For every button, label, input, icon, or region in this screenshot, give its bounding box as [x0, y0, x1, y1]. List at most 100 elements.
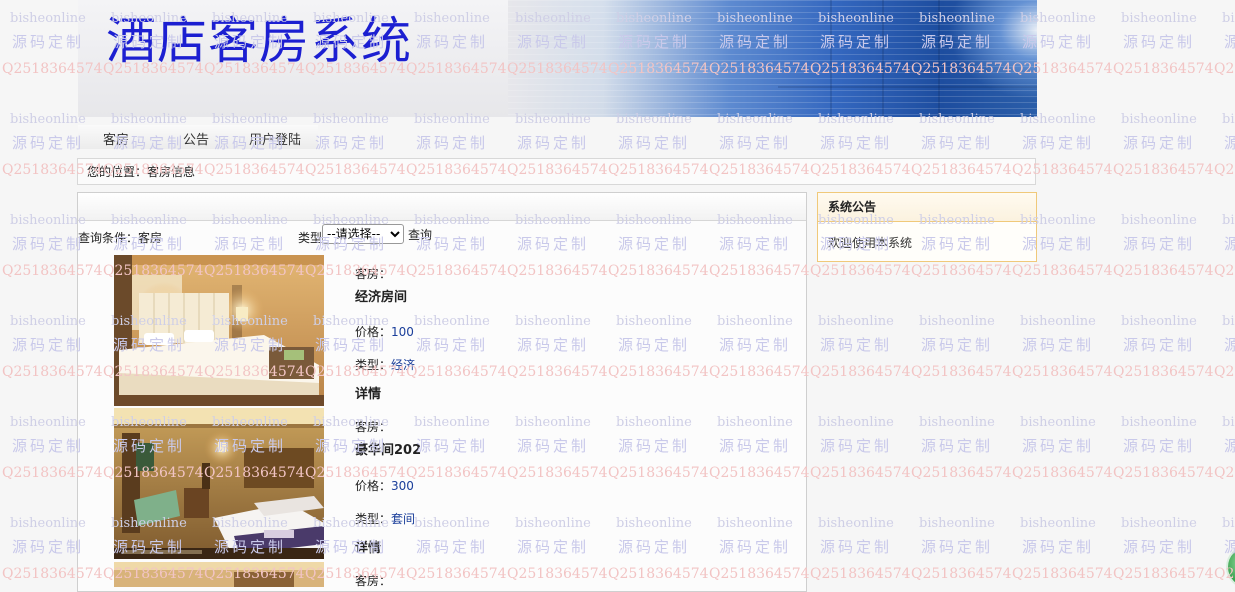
watermark-text-custom: 源码定制 — [315, 134, 387, 152]
watermark-text-custom: 源码定制 — [618, 134, 690, 152]
room-price-label: 价格： — [355, 325, 392, 339]
room-type-label: 类型： — [355, 358, 392, 372]
type-filter-select[interactable]: --请选择-- — [322, 224, 404, 244]
watermark-text-site: bisheonline — [1222, 516, 1235, 531]
room-price-label: 价格： — [355, 479, 392, 493]
room-name: 经济房间 — [355, 290, 408, 305]
watermark-text-custom: 源码定制 — [1123, 134, 1195, 152]
room-item: 客房： — [114, 562, 794, 587]
room-type: 类型：经济 — [355, 356, 415, 373]
watermark-text-qq: Q2518364574 — [911, 364, 1012, 380]
watermark-text-site: bisheonline — [10, 415, 86, 430]
watermark-text-site: bisheonline — [1020, 516, 1096, 531]
watermark-text-qq: Q2518364574 — [911, 566, 1012, 582]
watermark-text-qq: Q2518364574 — [1113, 61, 1214, 77]
watermark-text-site: bisheonline — [10, 11, 86, 26]
watermark-text-qq: Q2518364574 — [1113, 364, 1214, 380]
watermark-text-custom: 源码定制 — [921, 437, 993, 455]
watermark-text-custom: 源码定制 — [719, 134, 791, 152]
watermark-text-custom: 源码定制 — [1224, 437, 1235, 455]
watermark-text-site: bisheonline — [818, 516, 894, 531]
system-notice-panel: 系统公告 欢迎使用本系统 — [817, 192, 1037, 262]
watermark-text-site: bisheonline — [1222, 314, 1235, 329]
watermark-text-custom: 源码定制 — [1123, 538, 1195, 556]
type-filter-label: 类型 — [298, 231, 323, 245]
watermark-text-site: bisheonline — [818, 314, 894, 329]
room-field-label: 客房： — [355, 574, 392, 587]
watermark-text-site: bisheonline — [10, 112, 86, 127]
watermark-text-site: bisheonline — [1121, 516, 1197, 531]
watermark-text-site: bisheonline — [1121, 112, 1197, 127]
watermark-text-site: bisheonline — [1222, 213, 1235, 228]
room-photo[interactable] — [114, 562, 324, 587]
watermark-text-qq: Q2518364574 — [1214, 364, 1235, 380]
watermark-text-custom: 源码定制 — [1224, 33, 1235, 51]
watermark-text-qq: Q2518364574 — [810, 263, 911, 279]
watermark-text-site: bisheonline — [818, 415, 894, 430]
room-price-value: 100 — [391, 325, 414, 339]
watermark-text-custom: 源码定制 — [1022, 134, 1094, 152]
watermark-text-custom: 源码定制 — [921, 538, 993, 556]
query-condition-label: 查询条件：客房 — [78, 231, 163, 245]
room-photo[interactable] — [114, 255, 324, 406]
watermark-text-custom: 源码定制 — [820, 538, 892, 556]
watermark-text-qq: Q2518364574 — [1214, 162, 1235, 178]
room-photo-partial — [114, 562, 324, 587]
watermark-text-custom: 源码定制 — [820, 134, 892, 152]
watermark-text-site: bisheonline — [1121, 213, 1197, 228]
room-detail-link[interactable]: 详情 — [355, 537, 381, 556]
watermark-text-custom: 源码定制 — [820, 437, 892, 455]
watermark-text-site: bisheonline — [1222, 415, 1235, 430]
watermark-text-site: bisheonline — [10, 314, 86, 329]
watermark-text-custom: 源码定制 — [12, 336, 84, 354]
watermark-text-custom: 源码定制 — [1224, 134, 1235, 152]
watermark-text-site: bisheonline — [1020, 415, 1096, 430]
room-price: 价格：300 — [355, 477, 414, 494]
watermark-text-custom: 源码定制 — [12, 437, 84, 455]
watermark-text-custom: 源码定制 — [921, 134, 993, 152]
watermark-text-custom: 源码定制 — [1022, 437, 1094, 455]
watermark-text-qq: Q2518364574 — [1113, 263, 1214, 279]
watermark-text-custom: 源码定制 — [12, 538, 84, 556]
watermark-text-qq: Q2518364574 — [1012, 465, 1113, 481]
watermark-text-qq: Q2518364574 — [1012, 263, 1113, 279]
watermark-text-qq: Q2518364574 — [1214, 61, 1235, 77]
room-type-value: 经济 — [391, 358, 416, 372]
room-photo[interactable] — [114, 408, 324, 559]
watermark-text-qq: Q2518364574 — [1214, 263, 1235, 279]
watermark-text-qq: Q2518364574 — [1012, 364, 1113, 380]
query-button[interactable]: 查询 — [408, 226, 432, 243]
watermark-text-qq: Q2518364574 — [1214, 465, 1235, 481]
watermark-text-qq: Q2518364574 — [810, 465, 911, 481]
site-title: 酒店客房系统 — [106, 12, 412, 70]
watermark-text-custom: 源码定制 — [1224, 336, 1235, 354]
nav-item-notices[interactable]: 公告 — [183, 129, 209, 148]
watermark-text-site: bisheonline — [919, 516, 995, 531]
nav-item-user-login[interactable]: 用户登陆 — [249, 129, 301, 148]
watermark-text-custom: 源码定制 — [1224, 235, 1235, 253]
header-banner: 酒店客房系统 — [78, 0, 1037, 117]
watermark-text-qq: Q2518364574 — [1113, 566, 1214, 582]
room-field-label: 客房： — [355, 420, 392, 434]
room-price: 价格：100 — [355, 323, 414, 340]
watermark-text-custom: 源码定制 — [1123, 235, 1195, 253]
room-type-value: 套间 — [391, 512, 416, 526]
watermark-text-custom: 源码定制 — [1123, 437, 1195, 455]
watermark-text-custom: 源码定制 — [517, 134, 589, 152]
system-notice-text: 欢迎使用本系统 — [828, 236, 913, 250]
watermark-text-custom: 源码定制 — [1123, 33, 1195, 51]
nav-item-rooms[interactable]: 客房 — [103, 129, 129, 148]
watermark-text-site: bisheonline — [919, 415, 995, 430]
watermark-text-qq: Q2518364574 — [911, 263, 1012, 279]
breadcrumb: 您的位置：客房信息 — [77, 158, 1036, 185]
watermark-text-site: bisheonline — [1121, 11, 1197, 26]
watermark-text-site: bisheonline — [1222, 112, 1235, 127]
room-type: 类型：套间 — [355, 510, 415, 527]
watermark-text-custom: 源码定制 — [12, 235, 84, 253]
room-price-value: 300 — [391, 479, 414, 493]
watermark-text-custom: 源码定制 — [1022, 538, 1094, 556]
room-detail-link[interactable]: 详情 — [355, 383, 381, 402]
floating-widget-icon[interactable] — [1226, 545, 1235, 589]
watermark-text-custom: 源码定制 — [416, 134, 488, 152]
watermark-text-site: bisheonline — [1020, 314, 1096, 329]
